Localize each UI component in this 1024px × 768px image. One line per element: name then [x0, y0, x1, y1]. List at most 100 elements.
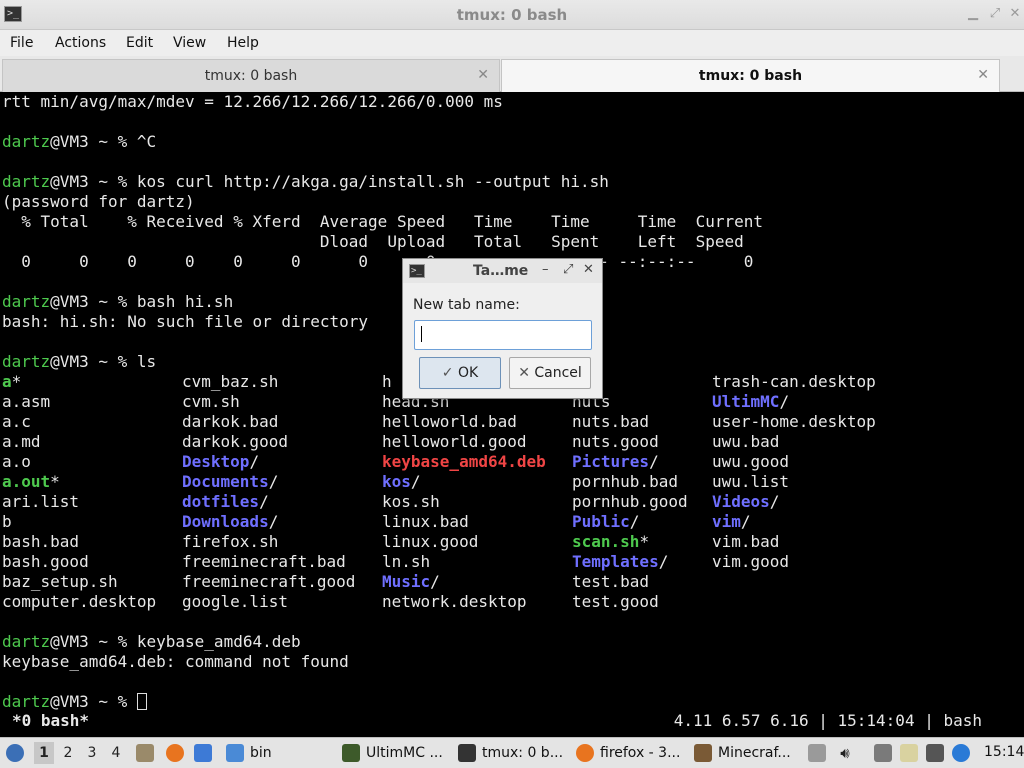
menu-edit[interactable]: Edit: [126, 35, 153, 51]
ls-entry: ln.sh: [382, 552, 431, 571]
ls-entry: user-home.desktop: [712, 412, 876, 431]
dialog-titlebar: >_ Ta…me – ⤢ ✕: [403, 259, 602, 283]
task-ultimmc[interactable]: UltimMC ...: [340, 741, 452, 767]
prompt-user: dartz: [2, 132, 51, 151]
dialog-minimize-icon[interactable]: –: [542, 262, 549, 277]
tmux-status-right: 4.11 6.57 6.16 | 15:14:04 | bash: [673, 711, 982, 730]
workspace-2[interactable]: 2: [58, 742, 78, 764]
tab-2[interactable]: tmux: 0 bash ✕: [501, 59, 1000, 92]
prompt-user: dartz: [2, 172, 51, 191]
cancel-button[interactable]: ✕ Cancel: [509, 357, 591, 389]
ls-entry: vim.bad: [712, 532, 780, 551]
ls-entry: scan.sh*: [572, 532, 650, 551]
firefox-icon[interactable]: [166, 744, 184, 762]
terminal-line: dartz@VM3 ~ % bash hi.sh: [2, 292, 234, 311]
file-manager-icon[interactable]: [136, 744, 154, 762]
tab-name-label: New tab name:: [413, 297, 520, 313]
clipboard-icon[interactable]: [808, 744, 826, 762]
dialog-title: Ta…me: [473, 263, 529, 279]
task-tmux[interactable]: tmux: 0 b...: [456, 741, 570, 767]
ok-button[interactable]: ✓ OK: [419, 357, 501, 389]
text-caret: [421, 326, 422, 342]
menu-actions[interactable]: Actions: [55, 35, 106, 51]
ls-entry: dotfiles/: [182, 492, 269, 511]
taskbar: 1 2 3 4 bin UltimMC ... tmux: 0 b... fir…: [0, 737, 1024, 768]
ls-entry: b: [2, 512, 12, 531]
ls-entry: a.c: [2, 412, 31, 431]
bluetooth-icon[interactable]: [952, 744, 970, 762]
terminal-line: dartz@VM3 ~ % keybase_amd64.deb: [2, 632, 301, 651]
ls-entry: Templates/: [572, 552, 669, 571]
tab-close-icon[interactable]: ✕: [477, 67, 489, 83]
tmux-window-list: *0 bash*: [12, 711, 90, 730]
ls-entry: Documents/: [182, 472, 279, 491]
menu-file[interactable]: File: [10, 35, 33, 51]
terminal-cursor: [136, 693, 147, 710]
volume-icon[interactable]: 🔊︎: [836, 744, 854, 762]
folder-icon: [226, 744, 244, 762]
show-desktop-icon[interactable]: [194, 744, 212, 762]
ls-entry: trash-can.desktop: [712, 372, 876, 391]
ls-entry: a.out*: [2, 472, 60, 491]
ls-entry: freeminecraft.good: [182, 572, 356, 591]
ls-entry: a*: [2, 372, 22, 391]
ls-entry: cvm_baz.sh: [182, 372, 279, 391]
ls-entry: h: [382, 372, 392, 391]
task-label: UltimMC ...: [366, 745, 443, 761]
tab-name-input[interactable]: [414, 320, 592, 350]
task-label: tmux: 0 b...: [482, 745, 564, 761]
ls-entry: vim/: [712, 512, 751, 531]
notes-icon[interactable]: [900, 744, 918, 762]
dialog-maximize-icon[interactable]: ⤢: [563, 262, 573, 277]
prompt-user: dartz: [2, 292, 51, 311]
ls-entry: test.good: [572, 592, 659, 611]
tab-1[interactable]: tmux: 0 bash ✕: [2, 59, 500, 92]
menu-help[interactable]: Help: [227, 35, 259, 51]
clock[interactable]: 15:14: [984, 744, 1024, 760]
ls-entry: Public/: [572, 512, 640, 531]
workspace-3[interactable]: 3: [82, 742, 102, 764]
prompt-user: dartz: [2, 692, 51, 711]
menu-bar: File Actions Edit View Help: [0, 30, 1024, 56]
terminal-line: dartz@VM3 ~ % ls: [2, 352, 157, 371]
close-button[interactable]: ✕: [1008, 7, 1022, 21]
ls-entry: a.md: [2, 432, 41, 451]
terminal-line: bash: hi.sh: No such file or directory: [2, 312, 369, 331]
ls-entry: google.list: [182, 592, 288, 611]
ls-entry: uwu.bad: [712, 432, 780, 451]
task-label: bin: [250, 745, 272, 761]
ls-entry: Downloads/: [182, 512, 279, 531]
terminal-output[interactable]: rtt min/avg/max/mdev = 12.266/12.266/12.…: [0, 92, 1024, 732]
menu-view[interactable]: View: [173, 35, 206, 51]
user-icon[interactable]: [926, 744, 944, 762]
tab-close-icon[interactable]: ✕: [977, 67, 989, 83]
ls-entry: ari.list: [2, 492, 80, 511]
dialog-close-icon[interactable]: ✕: [583, 262, 594, 277]
maximize-button[interactable]: ⤢: [988, 7, 1002, 21]
workspace-1[interactable]: 1: [34, 742, 54, 764]
terminal-line: dartz@VM3 ~ %: [2, 692, 147, 712]
window-title: tmux: 0 bash: [456, 6, 568, 24]
ls-entry: nuts.bad: [572, 412, 650, 431]
ls-entry: uwu.good: [712, 452, 790, 471]
ok-label: OK: [457, 365, 479, 381]
task-firefox[interactable]: firefox - 3...: [574, 741, 686, 767]
ls-entry: kos.sh: [382, 492, 440, 511]
ls-entry: pornhub.bad: [572, 472, 678, 491]
ls-entry: vim.good: [712, 552, 790, 571]
ls-entry: cvm.sh: [182, 392, 240, 411]
tmux-status-bar: *0 bash* 4.11 6.57 6.16 | 15:14:04 | bas…: [0, 710, 1024, 732]
task-bin[interactable]: bin: [224, 741, 334, 767]
task-minecraft[interactable]: Minecraf...: [692, 741, 802, 767]
workspace-4[interactable]: 4: [106, 742, 126, 764]
network-icon[interactable]: [874, 744, 892, 762]
app-menu-icon[interactable]: [6, 744, 24, 762]
task-label: Minecraf...: [718, 745, 791, 761]
ultimmc-icon: [342, 744, 360, 762]
ls-entry: linux.good: [382, 532, 479, 551]
prompt-user: dartz: [2, 632, 51, 651]
minimize-button[interactable]: ▁: [966, 7, 980, 21]
tab-label: tmux: 0 bash: [698, 68, 803, 84]
tab-label: tmux: 0 bash: [204, 68, 298, 84]
terminal-line: dartz@VM3 ~ % kos curl http://akga.ga/in…: [2, 172, 609, 191]
